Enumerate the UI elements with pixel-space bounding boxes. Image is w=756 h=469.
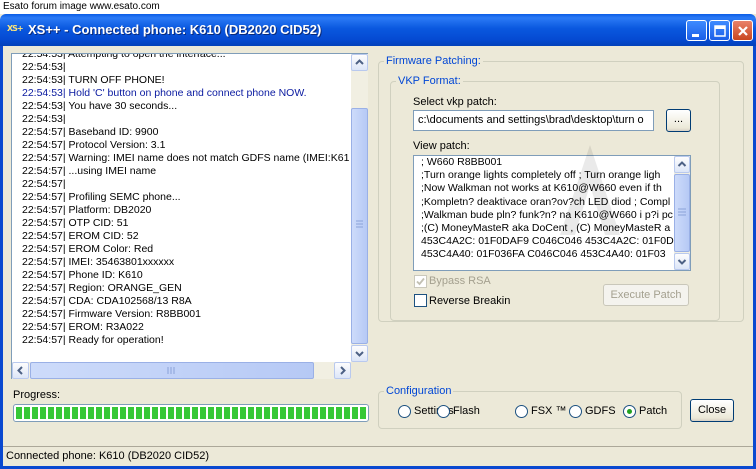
- watermark-logo: [560, 145, 620, 235]
- scroll-corner: [351, 362, 368, 379]
- config-radio-gdfs[interactable]: [569, 405, 582, 418]
- app-icon: XS+: [7, 24, 24, 33]
- status-bar: Connected phone: K610 (DB2020 CID52): [3, 446, 753, 466]
- execute-patch-button[interactable]: Execute Patch: [603, 284, 689, 306]
- log-line: 22:54:57| Platform: DB2020: [22, 204, 152, 216]
- select-patch-label: Select vkp patch:: [413, 96, 497, 108]
- log-line: 22:54:53|: [22, 113, 66, 125]
- patch-scroll-up-button[interactable]: [674, 156, 690, 173]
- log-line: 22:54:53| Attempting to open the interfa…: [22, 54, 226, 60]
- maximize-button[interactable]: [709, 20, 730, 41]
- log-horizontal-scrollbar[interactable]: [12, 362, 351, 379]
- log-textbox[interactable]: 22:54:53| Attempting to open the interfa…: [11, 53, 368, 379]
- config-radio-settings[interactable]: [398, 405, 411, 418]
- log-line: 22:54:53| You have 30 seconds...: [22, 100, 178, 112]
- log-scroll-down-button[interactable]: [351, 345, 368, 362]
- config-radio-fsx[interactable]: [515, 405, 528, 418]
- bypass-rsa-label: Bypass RSA: [429, 275, 491, 287]
- grip-icon: [678, 208, 686, 216]
- log-line: 22:54:57| EROM Color: Red: [22, 243, 154, 255]
- arrow-down-icon: [355, 351, 364, 357]
- log-hscroll-thumb[interactable]: [30, 362, 314, 379]
- close-button[interactable]: Close: [690, 399, 734, 422]
- view-patch-label: View patch:: [413, 140, 470, 152]
- vkp-format-title: VKP Format:: [396, 75, 463, 88]
- reverse-breakin-label: Reverse Breakin: [429, 295, 511, 307]
- log-scroll-right-button[interactable]: [334, 362, 351, 379]
- close-window-button[interactable]: [732, 20, 753, 41]
- arrow-up-icon: [355, 59, 364, 65]
- patch-scroll-down-button[interactable]: [674, 253, 690, 270]
- minimize-button[interactable]: [686, 20, 707, 41]
- config-option-label: GDFS: [585, 405, 616, 417]
- log-line: 22:54:57| Region: ORANGE_GEN: [22, 282, 182, 294]
- log-line: 22:54:57| Ready for operation!: [22, 334, 164, 346]
- patch-line: ;Turn orange lights completely off ; Tur…: [421, 169, 661, 182]
- patch-line: ;Kompletn? deaktivace oran?ov?ch LED dio…: [421, 195, 671, 208]
- log-line: 22:54:57| Profiling SEMC phone...: [22, 191, 181, 203]
- window-title: XS++ - Connected phone: K610 (DB2020 CID…: [28, 22, 322, 37]
- patch-line: ; W660 R8BB001: [421, 156, 503, 168]
- title-bar[interactable]: XS+ XS++ - Connected phone: K610 (DB2020…: [0, 14, 756, 46]
- config-option-label: Patch: [639, 405, 668, 417]
- reverse-breakin-checkbox[interactable]: [414, 294, 427, 307]
- progress-fill: [16, 407, 366, 419]
- log-vertical-scrollbar[interactable]: [351, 54, 368, 362]
- arrow-down-icon: [677, 259, 687, 265]
- log-line: 22:54:57| Firmware Version: R8BB001: [22, 308, 201, 320]
- config-option-label: Flash: [453, 405, 480, 417]
- log-line: 22:54:57| Baseband ID: 9900: [22, 126, 159, 138]
- checkmark-icon: [416, 277, 425, 286]
- patch-line: 453C4A40: 01F036FA C046C046 453C4A40: 01…: [421, 248, 666, 261]
- log-line: 22:54:53|: [22, 61, 66, 73]
- window-frame-left: [0, 46, 3, 469]
- minimize-icon: [692, 34, 699, 37]
- forum-caption: Esato forum image www.esato.com: [0, 0, 756, 14]
- log-line: 22:54:57| Warning: IMEI name does not ma…: [22, 152, 350, 164]
- patch-vertical-scrollbar[interactable]: [674, 156, 690, 270]
- log-line: 22:54:57|: [22, 178, 66, 190]
- arrow-right-icon: [340, 366, 346, 375]
- maximize-icon: [714, 25, 726, 37]
- log-scroll-up-button[interactable]: [351, 54, 368, 71]
- config-option-label: FSX ™: [531, 405, 567, 417]
- log-line: 22:54:53| Hold 'C' button on phone and c…: [22, 87, 307, 99]
- radio-selected-dot: [627, 409, 632, 414]
- patch-line: 453C4A2C: 01F0DAF9 C046C046 453C4A2C: 01…: [421, 235, 674, 248]
- grip-icon: [356, 220, 363, 228]
- configuration-title: Configuration: [384, 385, 454, 398]
- grip-icon: [167, 367, 175, 374]
- config-radio-patch[interactable]: [623, 405, 636, 418]
- arrow-up-icon: [677, 161, 687, 167]
- close-icon: [738, 26, 748, 36]
- log-line: 22:54:57| Phone ID: K610: [22, 269, 143, 281]
- patch-line: ;Walkman bude pln? funk?n? na K610@W660 …: [421, 208, 673, 221]
- log-scroll-thumb[interactable]: [351, 108, 368, 344]
- log-scroll-left-button[interactable]: [12, 362, 29, 379]
- patch-path-input[interactable]: c:\documents and settings\brad\desktop\t…: [413, 110, 654, 131]
- bypass-rsa-checkbox[interactable]: [414, 275, 427, 288]
- log-line: 22:54:57| EROM CID: 52: [22, 230, 139, 242]
- log-line: 22:54:57| IMEI: 35463801xxxxxx: [22, 256, 175, 268]
- firmware-patching-title: Firmware Patching:: [384, 55, 483, 68]
- config-radio-flash[interactable]: [437, 405, 450, 418]
- log-line: 22:54:57| OTP CID: 51: [22, 217, 129, 229]
- patch-line: ;(C) MoneyMasteR aka DoCent , (C) MoneyM…: [421, 221, 671, 234]
- arrow-left-icon: [17, 366, 23, 375]
- browse-button[interactable]: ...: [666, 109, 691, 132]
- log-line: 22:54:57| ...using IMEI name: [22, 165, 157, 177]
- status-text: Connected phone: K610 (DB2020 CID52): [6, 450, 210, 462]
- progress-bar: [13, 404, 369, 422]
- patch-content: ; W660 R8BB001 ;Turn orange lights comple…: [414, 156, 674, 270]
- patch-scroll-thumb[interactable]: [674, 174, 690, 252]
- progress-label: Progress:: [13, 389, 61, 401]
- log-line: 22:54:57| Protocol Version: 3.1: [22, 139, 166, 151]
- log-line: 22:54:57| CDA: CDA102568/13 R8A: [22, 295, 192, 307]
- patch-viewer[interactable]: ; W660 R8BB001 ;Turn orange lights comple…: [413, 155, 691, 271]
- log-line: 22:54:53| TURN OFF PHONE!: [22, 74, 165, 86]
- log-content: 22:54:53| Attempting to open the interfa…: [12, 54, 351, 362]
- patch-line: ;Now Walkman not works at K610@W660 even…: [421, 182, 662, 195]
- log-line: 22:54:57| EROM: R3A022: [22, 321, 144, 333]
